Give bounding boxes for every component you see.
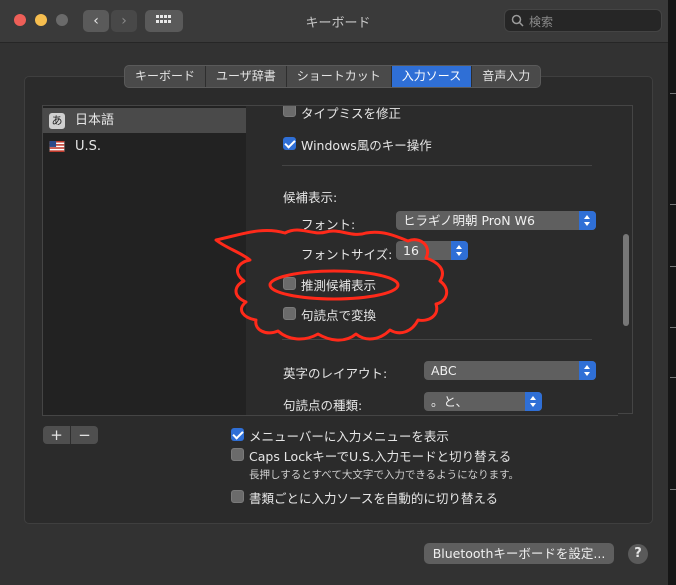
- chevron-up-down-icon: [579, 211, 596, 230]
- keyboard-preferences-window: ‹ › キーボード キーボード ユーザ辞書 ショートカット 入力ソース 音声入力: [0, 0, 669, 585]
- chevron-up-down-icon: [579, 361, 596, 380]
- tab-input-sources[interactable]: 入力ソース: [391, 66, 473, 87]
- edge-tick: [670, 93, 676, 94]
- predictive-candidates-label: 推測候補表示: [301, 278, 377, 293]
- windows-keys-checkbox[interactable]: [283, 137, 296, 150]
- punct-type-popup[interactable]: 。と、: [424, 392, 542, 411]
- background-window-edge: [668, 0, 676, 585]
- chevron-up-down-icon: [451, 241, 468, 260]
- hiragana-a-icon: あ: [49, 113, 65, 129]
- tab-user-dictionary[interactable]: ユーザ辞書: [206, 66, 287, 87]
- edge-tick: [670, 204, 676, 205]
- add-remove-control: + −: [43, 426, 98, 444]
- search-input[interactable]: [527, 12, 661, 31]
- tab-dictation[interactable]: 音声入力: [472, 66, 540, 87]
- font-popup[interactable]: ヒラギノ明朝 ProN W6: [396, 211, 596, 230]
- punct-type-value: 。と、: [431, 394, 469, 409]
- divider: [282, 339, 592, 340]
- caps-lock-label: Caps LockキーでU.S.入力モードと切り替える: [249, 449, 512, 464]
- typo-fix-checkbox[interactable]: [283, 106, 296, 117]
- tab-bar: キーボード ユーザ辞書 ショートカット 入力ソース 音声入力: [124, 65, 542, 88]
- layout-popup[interactable]: ABC: [424, 361, 596, 380]
- punct-convert-checkbox[interactable]: [283, 307, 296, 320]
- scroll-thumb[interactable]: [623, 234, 629, 326]
- edge-tick: [670, 266, 676, 267]
- source-label: 日本語: [75, 113, 115, 128]
- punct-convert-label: 句読点で変換: [301, 308, 377, 323]
- divider: [282, 165, 592, 166]
- edge-tick: [670, 489, 676, 490]
- remove-source-button[interactable]: −: [71, 426, 98, 444]
- font-size-label: フォントサイズ:: [301, 247, 393, 262]
- caps-lock-note: 長押しするとすべて大文字で入力できるようになります。: [249, 469, 520, 481]
- source-item-japanese[interactable]: あ 日本語: [43, 108, 247, 133]
- edge-tick: [670, 327, 676, 328]
- font-size-value: 16: [403, 243, 419, 258]
- font-value: ヒラギノ明朝 ProN W6: [403, 213, 535, 228]
- source-item-us[interactable]: U.S.: [43, 134, 247, 159]
- search-field[interactable]: [504, 9, 662, 32]
- predictive-candidates-checkbox[interactable]: [283, 277, 296, 290]
- title-bar: ‹ › キーボード: [0, 0, 668, 43]
- edge-tick: [670, 377, 676, 378]
- caps-lock-checkbox[interactable]: [231, 448, 244, 461]
- typo-fix-label: タイプミスを修正: [301, 106, 402, 121]
- tab-keyboard[interactable]: キーボード: [125, 66, 207, 87]
- show-input-menu-label: メニューバーに入力メニューを表示: [249, 429, 449, 444]
- source-label: U.S.: [75, 139, 102, 154]
- layout-label: 英字のレイアウト:: [283, 366, 388, 381]
- setup-bluetooth-keyboard-button[interactable]: Bluetoothキーボードを設定...: [424, 543, 614, 564]
- chevron-up-down-icon: [525, 392, 542, 411]
- punct-type-label: 句読点の種類:: [283, 398, 363, 413]
- font-label: フォント:: [301, 217, 356, 232]
- us-flag-icon: [49, 141, 65, 152]
- input-source-options: タイプミスを修正 Windows風のキー操作 候補表示: フォント: ヒラギノ明…: [246, 105, 618, 416]
- windows-keys-label: Windows風のキー操作: [301, 138, 432, 153]
- search-icon: [511, 14, 524, 27]
- candidates-heading: 候補表示:: [283, 190, 338, 205]
- options-scrollbar[interactable]: [618, 105, 633, 414]
- font-size-popup[interactable]: 16: [396, 241, 468, 260]
- input-source-list[interactable]: あ 日本語 U.S.: [42, 105, 248, 416]
- show-input-menu-checkbox[interactable]: [231, 428, 244, 441]
- layout-value: ABC: [431, 363, 457, 378]
- add-source-button[interactable]: +: [43, 426, 71, 444]
- help-button[interactable]: ?: [628, 544, 648, 564]
- auto-switch-label: 書類ごとに入力ソースを自動的に切り替える: [249, 491, 499, 506]
- tab-shortcuts[interactable]: ショートカット: [287, 66, 392, 87]
- auto-switch-checkbox[interactable]: [231, 490, 244, 503]
